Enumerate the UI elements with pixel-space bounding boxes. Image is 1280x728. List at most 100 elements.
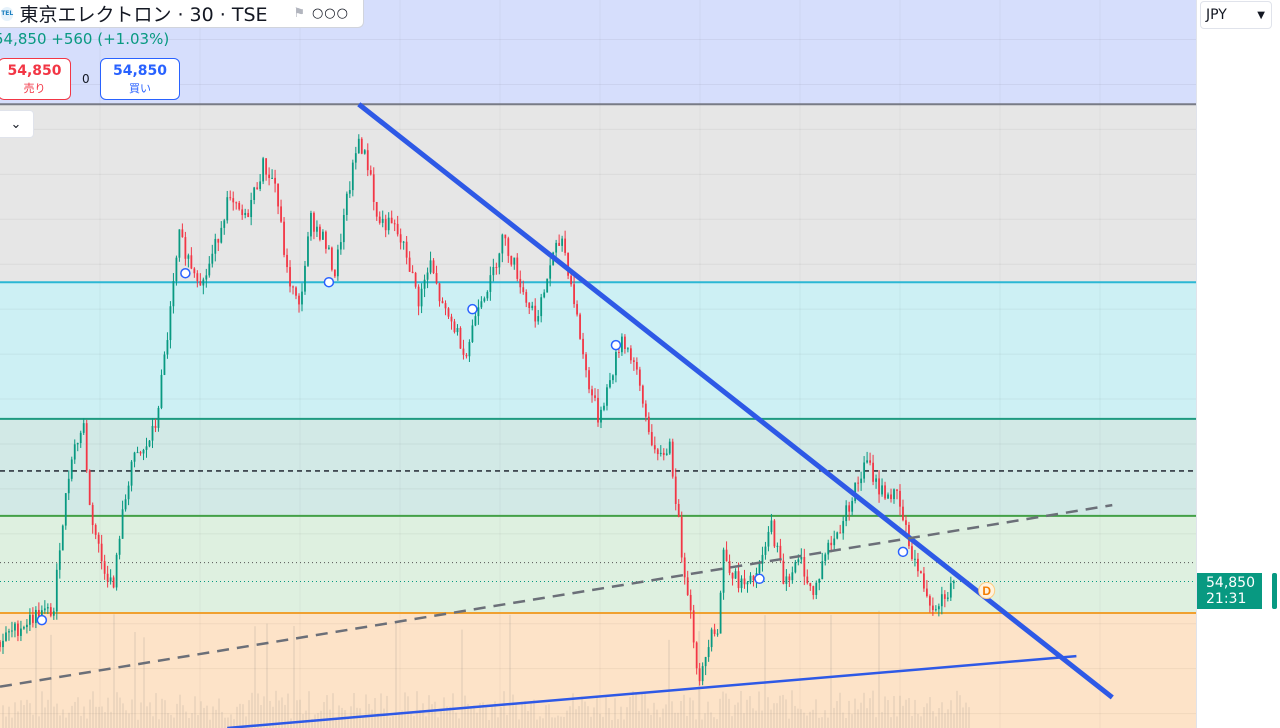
candle-body [573,284,575,305]
volume-bar [890,717,892,728]
volume-bar [434,701,436,728]
candle-body [118,538,121,555]
candle-body [686,577,689,595]
symbol-header[interactable]: TEL 東京エレクトロン · 30 · TSE ⚑ ○○○ [0,0,364,28]
volume-bar [773,703,775,728]
candle-body [217,238,220,243]
sell-button[interactable]: 54,850 売り [0,58,71,100]
candle-body [931,605,934,611]
volume-bar [161,698,163,728]
candle-body [830,542,833,546]
volume-bar [791,690,793,728]
candle-body [154,425,157,428]
candle-body [339,242,342,250]
volume-bar [119,697,121,728]
volume-bar [473,705,475,728]
candle-body [641,385,644,404]
volume-bar [776,703,778,728]
price-axis[interactable] [1196,0,1280,728]
more-icon[interactable]: ○○○ [312,6,349,21]
volume-bar [902,705,904,728]
volume-bar [833,707,835,728]
price-chart[interactable]: D85,00082,50080,00077,50075,00072,50070,… [0,0,1280,728]
candle-body [710,629,713,648]
candle-body [325,231,327,249]
candle-body [606,387,608,406]
candle-body [11,630,13,632]
candle-body [369,170,372,175]
candle-body [43,608,46,611]
candle-body [387,217,390,231]
volume-bar [905,699,907,728]
candle-body [106,573,109,582]
candle-body [184,237,187,259]
volume-bar [227,717,229,728]
candle-body [519,278,522,288]
candle-body [405,241,408,258]
volume-bar [206,705,208,728]
currency-selector[interactable]: JPY ▼ [1200,1,1272,29]
volume-bar [425,716,427,728]
volume-bar [347,718,349,728]
candle-body [875,478,877,482]
volume-bar [929,697,931,728]
volume-bar [461,629,463,728]
volume-bar [941,702,943,728]
buy-button[interactable]: 54,850 買い [100,58,180,100]
candle-body [354,153,357,163]
volume-bar [266,623,268,728]
candle-body [211,253,214,264]
volume-bar [965,702,967,728]
candle-body [109,577,112,582]
flag-icon[interactable]: ⚑ [294,7,306,20]
symbol-title[interactable]: 東京エレクトロン · 30 · TSE [19,0,267,27]
volume-bar [131,699,133,728]
candle-body [818,579,821,583]
volume-bar [515,702,517,728]
candle-body [238,202,241,210]
volume-bar [239,703,241,728]
volume-bar [431,704,433,728]
candle-body [97,534,100,544]
volume-bar [371,709,373,728]
volume-bar [125,710,127,728]
volume-bar [860,702,862,728]
volume-bar [686,715,688,728]
candle-body [432,260,435,274]
candle-body [656,449,659,455]
candle-body [737,571,740,589]
candle-body [187,255,190,259]
volume-bar [683,694,685,728]
volume-bar [20,700,22,728]
candle-body [624,336,626,349]
volume-bar [242,704,244,728]
volume-bar [557,715,559,728]
volume-bar [497,717,499,728]
axis-scroll-handle[interactable] [1272,573,1277,609]
candle-body [17,623,19,636]
candle-body [662,452,665,455]
candle-body [474,316,477,326]
volume-bar [866,708,868,728]
candle-body [839,532,842,534]
candle-body [208,263,211,276]
candle-body [29,614,31,625]
volume-bar [521,701,523,728]
volume-bar [491,706,493,728]
volume-bar [743,713,745,728]
candle-body [253,187,256,200]
volume-bar [785,699,787,728]
candle-body [585,354,587,371]
candle-body [603,405,605,410]
volume-bar [872,690,874,728]
candle-body [824,554,827,562]
volume-bar [839,692,841,728]
candle-body [360,138,363,154]
volume-bar [527,711,529,728]
volume-bar [518,719,520,728]
candle-body [181,229,184,238]
volume-bar [875,717,877,728]
volume-bar [170,714,172,728]
chevron-down-icon[interactable]: ⌄ [0,110,34,138]
candle-body [791,572,794,581]
